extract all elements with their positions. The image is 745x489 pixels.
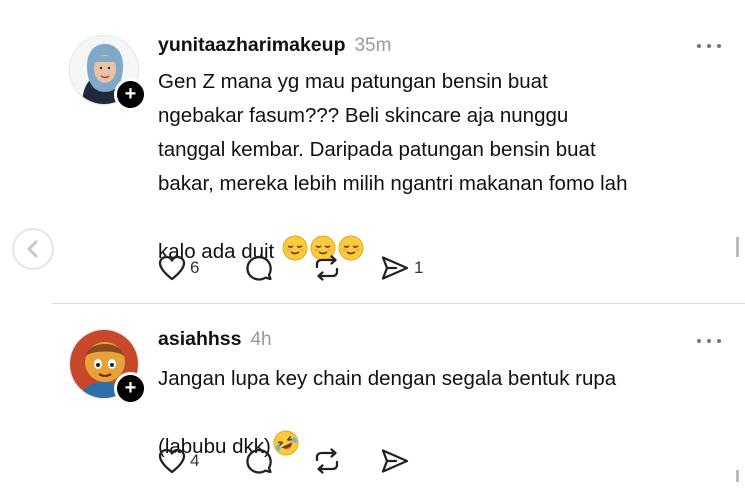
comment-button[interactable] (245, 446, 277, 476)
repost-button[interactable] (313, 253, 345, 283)
comment-button[interactable] (245, 253, 277, 283)
post-text: Gen Z mana yg mau patungan bensin buat n… (158, 65, 698, 272)
scroll-edge (736, 237, 739, 257)
more-button[interactable] (697, 41, 721, 51)
post-text-content: Jangan lupa key chain dengan segala bent… (158, 367, 617, 458)
previous-button[interactable] (12, 228, 54, 270)
username[interactable]: asiahhss (158, 328, 241, 351)
share-icon (381, 256, 409, 280)
timestamp: 35m (354, 35, 392, 56)
heart-icon (158, 448, 186, 474)
share-count: 1 (414, 258, 424, 277)
share-icon (381, 449, 409, 473)
follow-button[interactable]: + (114, 372, 147, 405)
more-button[interactable] (697, 336, 721, 346)
like-button[interactable]: 4 (158, 446, 199, 476)
more-icon (697, 339, 701, 343)
avatar-container[interactable]: + (69, 329, 147, 405)
plus-icon: + (124, 83, 137, 105)
like-count: 4 (190, 451, 200, 470)
post-text-content: Gen Z mana yg mau patungan bensin buat n… (158, 70, 628, 263)
post-text: Jangan lupa key chain dengan segala bent… (158, 362, 698, 467)
comment-icon (246, 255, 272, 281)
scroll-edge (736, 470, 739, 482)
share-button[interactable]: 1 (380, 253, 423, 283)
chevron-left-icon (27, 240, 38, 258)
repost-icon (315, 255, 339, 281)
heart-icon (158, 255, 186, 281)
like-count: 6 (190, 258, 200, 277)
follow-button[interactable]: + (114, 78, 147, 111)
share-button[interactable] (380, 446, 414, 476)
post-header: yunitaazharimakeup 35m (158, 34, 391, 62)
plus-icon: + (124, 377, 137, 399)
timestamp: 4h (250, 329, 272, 350)
username[interactable]: yunitaazharimakeup (158, 34, 345, 57)
like-button[interactable]: 6 (158, 253, 199, 283)
repost-button[interactable] (313, 446, 345, 476)
repost-icon (315, 448, 339, 474)
comment-icon (246, 448, 272, 474)
more-icon (697, 44, 701, 48)
post-header: asiahhss 4h (158, 328, 272, 356)
relieved-face-emoji (282, 201, 308, 272)
avatar-container[interactable]: + (69, 35, 147, 111)
post-divider (52, 303, 745, 304)
